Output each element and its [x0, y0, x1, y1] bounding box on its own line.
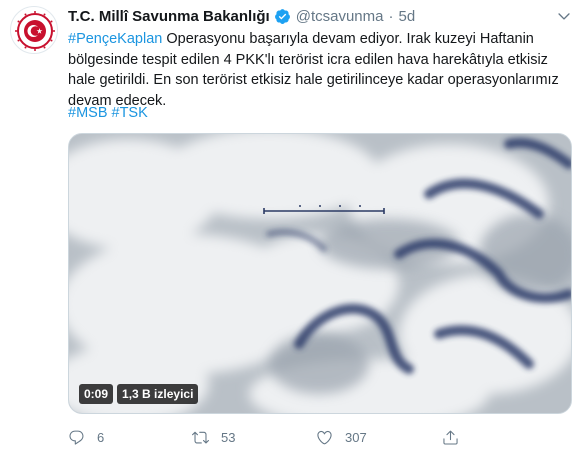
timestamp[interactable]: 5d	[398, 8, 415, 25]
share-button[interactable]	[442, 429, 471, 446]
separator-dot: ·	[388, 7, 394, 25]
view-count: 1,3 B izleyici	[117, 384, 199, 404]
retweet-icon	[192, 431, 209, 443]
retweet-count: 53	[221, 429, 236, 445]
video-player[interactable]: 0:09 1,3 B izleyici	[68, 133, 572, 414]
hashtag-lead-link[interactable]: #PençeKaplan	[68, 31, 162, 47]
handle[interactable]: @tcsavunma	[296, 8, 384, 25]
like-count: 307	[345, 429, 367, 445]
hashtag-row: #MSB #TSK	[68, 103, 152, 123]
action-bar: 6 53 307	[68, 425, 498, 449]
aerial-video-frame	[69, 134, 571, 413]
retweet-button[interactable]: 53	[192, 429, 316, 446]
tweet-text: #PençeKaplan Operasyonu başarıyla devam …	[68, 29, 572, 111]
avatar[interactable]	[10, 6, 58, 54]
display-name[interactable]: T.C. Millî Savunma Bakanlığı	[68, 8, 270, 25]
video-overlay: 0:09 1,3 B izleyici	[79, 384, 199, 404]
reply-count: 6	[97, 429, 105, 445]
like-icon	[317, 430, 332, 444]
hashtag-link[interactable]: #MSB	[68, 105, 108, 121]
reply-button[interactable]: 6	[68, 429, 192, 446]
like-button[interactable]: 307	[316, 429, 440, 446]
hashtag-link[interactable]: #TSK	[112, 105, 148, 121]
video-duration: 0:09	[79, 384, 114, 404]
ministry-seal-logo	[15, 11, 55, 51]
tweet-header: T.C. Millî Savunma Bakanlığı @tcsavunma …	[68, 6, 572, 26]
verified-badge-icon	[274, 8, 291, 25]
caret-down-icon[interactable]	[556, 8, 572, 24]
reply-icon	[69, 430, 84, 445]
share-icon	[443, 430, 458, 445]
